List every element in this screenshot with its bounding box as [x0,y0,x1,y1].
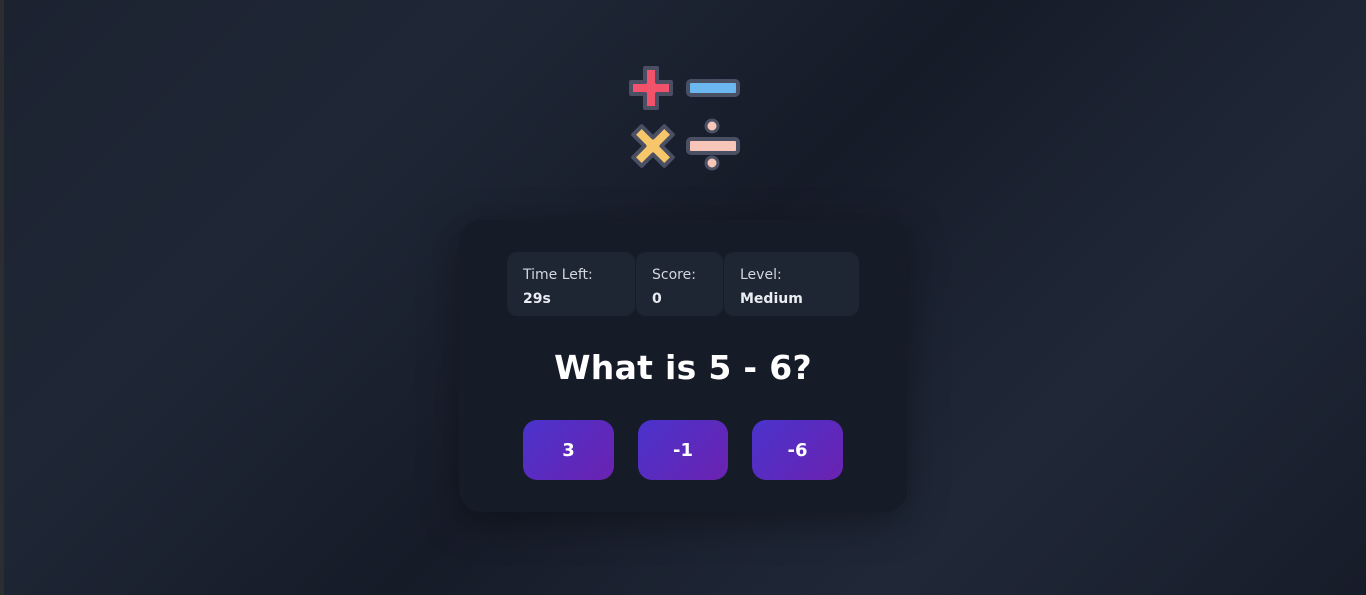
level-label: Level: [740,267,782,283]
time-left-label: Time Left: [523,267,593,283]
answer-button[interactable]: -1 [638,420,728,480]
window-edge [0,0,4,595]
minus-icon [686,79,740,97]
divide-icon [686,118,740,171]
level-stat: Level: Medium [724,252,859,316]
time-left-stat: Time Left: 29s [507,252,635,316]
answer-button[interactable]: 3 [523,420,614,480]
level-value: Medium [740,291,803,307]
score-stat: Score: 0 [636,252,723,316]
time-left-value: 29s [523,291,551,307]
multiply-icon [631,124,675,168]
score-label: Score: [652,267,696,283]
math-operators-icon [629,66,740,171]
question-text: What is 5 - 6? [554,348,812,387]
game-card: Time Left: 29s Score: 0 Level: Medium Wh… [459,220,907,512]
answer-button[interactable]: -6 [752,420,843,480]
score-value: 0 [652,291,662,307]
plus-icon [629,66,673,110]
